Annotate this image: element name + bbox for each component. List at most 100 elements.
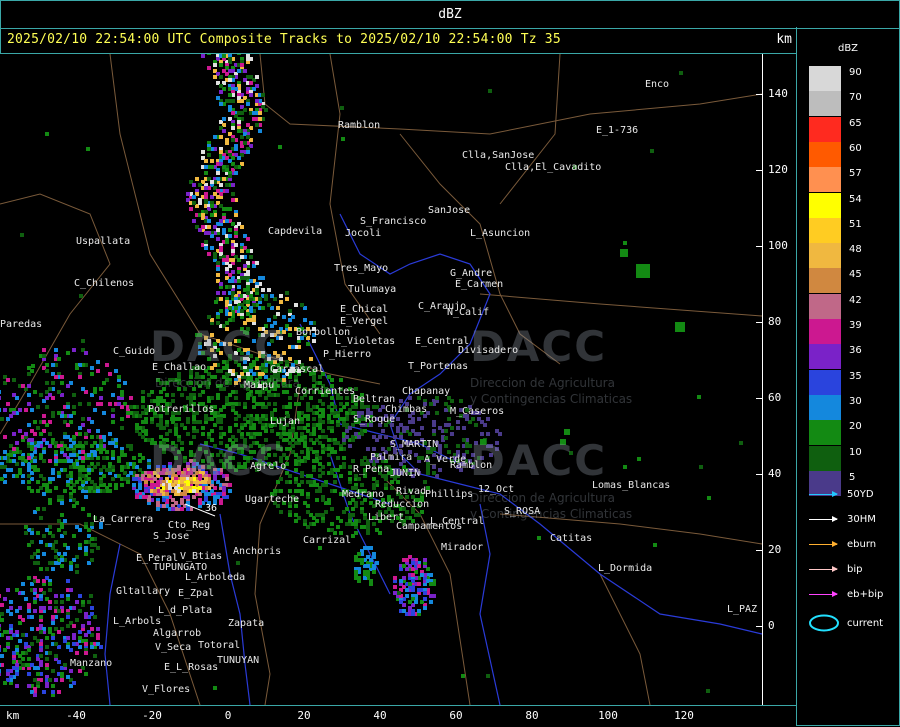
echo-cell [372, 447, 376, 451]
echo-cell [207, 231, 211, 235]
place-label: SanJose [428, 205, 471, 216]
echo-cell [417, 588, 421, 592]
echo-cell [240, 255, 244, 259]
echo-cell [75, 570, 79, 574]
echo-cell [348, 408, 352, 412]
echo-cell [255, 261, 259, 265]
echo-cell [75, 618, 79, 622]
echo-cell [51, 414, 55, 418]
echo-cell [51, 690, 55, 694]
echo-cell [81, 600, 85, 604]
echo-cell [222, 129, 226, 133]
echo-cell [192, 417, 196, 421]
watermark-sub-right-4: y Contingencias Climaticas [470, 507, 633, 521]
echo-cell [0, 618, 4, 622]
echo-cell [204, 186, 208, 190]
echo-cell [255, 417, 259, 421]
echo-cell [24, 408, 28, 412]
echo-cell [75, 564, 79, 568]
echo-cell [111, 420, 115, 424]
echo-cell [24, 432, 28, 436]
echo-cell [81, 339, 85, 343]
echo-cell [27, 423, 31, 427]
echo-cell [288, 333, 292, 337]
echo-cell [234, 144, 238, 148]
echo-cell [48, 432, 52, 436]
place-label: Enco [645, 79, 670, 90]
echo-cell [111, 453, 115, 457]
echo-cell [231, 111, 235, 115]
echo-cell [96, 429, 100, 433]
echo-cell [201, 426, 205, 430]
echo-cell [222, 54, 226, 58]
y-axis-line [762, 54, 763, 705]
echo-cell [54, 594, 58, 598]
echo-cell [69, 561, 73, 565]
echo-cell [219, 309, 223, 313]
echo-cell [24, 525, 28, 529]
echo-cell [171, 507, 175, 511]
echo-cell [207, 315, 211, 319]
echo-cell [240, 99, 244, 103]
echo-cell [339, 378, 343, 382]
echo-cell [0, 627, 1, 631]
echo-cell [258, 276, 262, 280]
echo-cell [87, 402, 91, 406]
echo-cell [27, 657, 31, 661]
echo-cell [267, 288, 271, 292]
echo-cell [234, 300, 238, 304]
radar-map[interactable]: 36 DACC DACC DACC DACC Direccion de Agri… [0, 54, 762, 705]
echo-cell [123, 381, 127, 385]
echo-cell [6, 468, 10, 472]
echo-cell [309, 321, 313, 325]
echo-cell [132, 462, 136, 466]
echo-cell [54, 375, 58, 379]
echo-cell [45, 684, 49, 688]
echo-cell [198, 501, 202, 505]
echo-cell [18, 408, 22, 412]
echo-cell [18, 654, 22, 658]
echo-cell [42, 477, 46, 481]
echo-cell [348, 501, 352, 505]
place-label: Maipu [244, 380, 275, 391]
echo-cell [138, 483, 142, 487]
echo-cell [330, 402, 334, 406]
legend-value-45: 45 [849, 269, 862, 281]
echo-cell [345, 402, 349, 406]
place-label: Ugarteche [245, 494, 300, 505]
legend-title: dBZ [837, 43, 859, 54]
echo-cell [15, 396, 19, 400]
echo-cell [141, 435, 145, 439]
echo-cell [321, 402, 325, 406]
echo-cell [48, 678, 52, 682]
echo-cell [318, 489, 322, 493]
echo-cell [234, 396, 238, 400]
echo-cell [0, 654, 1, 658]
echo-cell [90, 537, 94, 541]
echo-cell [186, 507, 190, 511]
echo-cell [78, 426, 82, 430]
echo-cell [63, 552, 67, 556]
place-label: E_Zpal [178, 588, 215, 599]
echo-cell [93, 408, 97, 412]
echo-cell [42, 483, 46, 487]
place-label: Paredas [0, 319, 43, 330]
echo-cell [231, 192, 235, 196]
echo-cell [312, 522, 316, 526]
window-title-bar: dBZ [0, 0, 900, 29]
echo-cell [288, 405, 292, 409]
echo-cell [27, 603, 31, 607]
echo-cell [348, 477, 352, 481]
echo-cell [99, 525, 103, 529]
echo-cell [66, 675, 70, 679]
echo-cell [42, 348, 46, 352]
echo-cell [222, 207, 226, 211]
echo-cell [378, 435, 382, 439]
legend-swatch-60 [809, 141, 841, 167]
echo-cell [411, 573, 415, 577]
composite-header: 2025/02/10 22:54:00 UTC Composite Tracks… [0, 27, 797, 54]
composite-subtitle: 2025/02/10 22:54:00 UTC Composite Tracks… [7, 32, 561, 47]
echo-cell [78, 543, 82, 547]
echo-cell [102, 489, 106, 493]
y-tick-label: 120 [768, 163, 788, 176]
